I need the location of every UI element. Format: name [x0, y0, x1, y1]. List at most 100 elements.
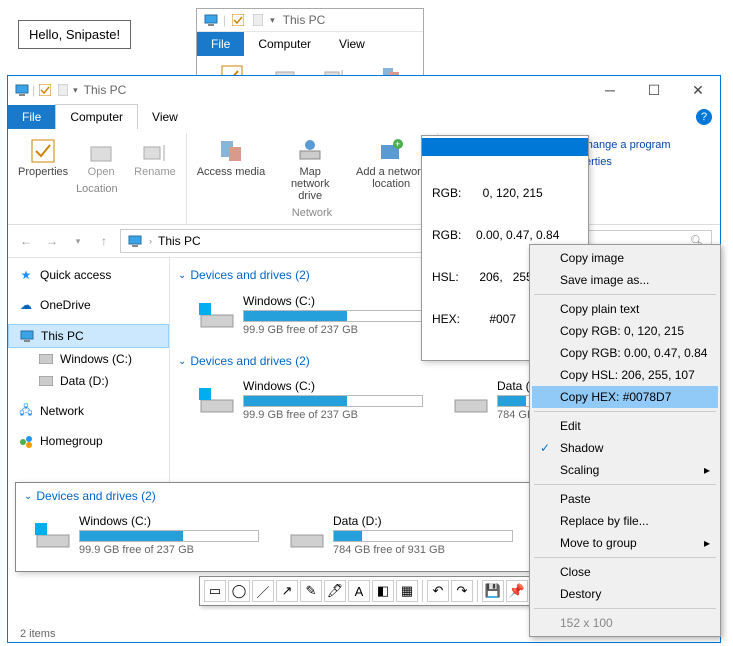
ribbon-open[interactable]: Open: [80, 135, 122, 180]
homegroup-icon: [18, 433, 34, 449]
help-button[interactable]: ?: [696, 109, 712, 125]
label: Open: [88, 166, 115, 178]
ribbon-properties[interactable]: Properties: [16, 135, 70, 180]
tool-redo[interactable]: ↷: [451, 580, 473, 602]
ribbon-add-location[interactable]: + Add a network location: [353, 135, 429, 204]
checkbox-icon: [230, 12, 246, 28]
tab-file[interactable]: File: [8, 105, 55, 129]
sidebar-quick-access[interactable]: ★Quick access: [8, 264, 169, 286]
svg-text:+: +: [395, 139, 400, 149]
ctx-copy-rgb1[interactable]: Copy RGB: 0.00, 0.47, 0.84: [532, 342, 718, 364]
maximize-button[interactable]: ☐: [642, 82, 666, 99]
tool-text[interactable]: A: [348, 580, 370, 602]
ctx-move-group[interactable]: Move to group▸: [532, 532, 718, 554]
sidebar-network[interactable]: 🖧Network: [8, 400, 169, 422]
ribbon-group-network: Access media Map network drive + Add a n…: [187, 133, 438, 224]
tool-mosaic[interactable]: ▦: [396, 580, 418, 602]
tool-pencil[interactable]: ✎: [300, 580, 322, 602]
ctx-close[interactable]: Close: [532, 561, 718, 583]
drive-windows-c: Windows (C:)99.9 GB free of 237 GB: [32, 511, 262, 559]
pinned-snippet[interactable]: ⌄Devices and drives (2) Windows (C:)99.9…: [15, 482, 565, 572]
ctx-replace[interactable]: Replace by file...: [532, 510, 718, 532]
ribbon-group-location: Properties Open Rename Location: [8, 133, 187, 224]
forward-button[interactable]: →: [42, 231, 62, 251]
tool-ellipse[interactable]: ◯: [228, 580, 250, 602]
window-title: This PC: [84, 83, 127, 97]
ctx-shadow[interactable]: ✓Shadow: [532, 437, 718, 459]
rgb-label: RGB:: [432, 186, 476, 200]
drive-icon: [289, 521, 325, 549]
drive-windows-c[interactable]: Windows (C:)99.9 GB free of 237 GB: [196, 290, 426, 340]
sidebar-windows-c[interactable]: Windows (C:): [8, 348, 169, 370]
tool-arrow[interactable]: ↗: [276, 580, 298, 602]
drive-icon: [453, 386, 489, 414]
ctx-save-image-as[interactable]: Save image as...: [532, 269, 718, 291]
status-bar: 2 items: [20, 628, 55, 640]
sidebar-this-pc[interactable]: This PC: [8, 324, 169, 348]
tool-line[interactable]: ／: [252, 580, 274, 602]
tool-eraser[interactable]: ◧: [372, 580, 394, 602]
tool-undo[interactable]: ↶: [427, 580, 449, 602]
label: Devices and drives (2): [190, 354, 309, 368]
ctx-copy-hsl[interactable]: Copy HSL: 206, 255, 107: [532, 364, 718, 386]
sidebar-onedrive[interactable]: ☁OneDrive: [8, 294, 169, 316]
ctx-size: 152 x 100: [532, 612, 718, 634]
properties-icon: [29, 137, 57, 165]
tab-computer[interactable]: Computer: [55, 104, 138, 129]
drive-free: 99.9 GB free of 237 GB: [79, 544, 259, 556]
qat-dropdown-icon[interactable]: ▾: [270, 15, 275, 26]
label: Properties: [18, 166, 68, 178]
ribbon-rename[interactable]: Rename: [132, 135, 178, 180]
group-header: ⌄Devices and drives (2): [16, 483, 564, 509]
tool-pin[interactable]: 📌: [506, 580, 528, 602]
small-tab-view[interactable]: View: [325, 32, 379, 56]
label: Map network drive: [279, 166, 341, 202]
up-button[interactable]: ↑: [94, 231, 114, 251]
close-button[interactable]: ✕: [686, 82, 710, 99]
nav-sidebar: ★Quick access ☁OneDrive This PC Windows …: [8, 258, 170, 498]
ctx-copy-rgb255[interactable]: Copy RGB: 0, 120, 215: [532, 320, 718, 342]
small-tab-file[interactable]: File: [197, 32, 244, 56]
label: Devices and drives (2): [36, 489, 155, 503]
drive-windows-c[interactable]: Windows (C:)99.9 GB free of 237 GB: [196, 376, 426, 424]
ctx-edit[interactable]: Edit: [532, 415, 718, 437]
map-drive-icon: [296, 137, 324, 165]
label: Scaling: [560, 463, 599, 477]
small-title: This PC: [283, 13, 326, 27]
ribbon-access-media[interactable]: Access media: [195, 135, 267, 204]
back-button[interactable]: ←: [16, 231, 36, 251]
ctx-scaling[interactable]: Scaling▸: [532, 459, 718, 481]
group-label: Location: [16, 180, 178, 198]
drive-name: Windows (C:): [243, 379, 423, 393]
drive-icon: [199, 301, 235, 329]
sidebar-homegroup[interactable]: Homegroup: [8, 430, 169, 452]
qat-sep: |: [223, 13, 226, 27]
chevron-down-icon: ⌄: [178, 356, 186, 367]
history-dropdown[interactable]: ▾: [68, 231, 88, 251]
tool-marker[interactable]: 🖊: [324, 580, 346, 602]
drive-icon: [38, 351, 54, 367]
ctx-paste[interactable]: Paste: [532, 488, 718, 510]
tab-view[interactable]: View: [138, 105, 192, 129]
sidebar-data-d[interactable]: Data (D:): [8, 370, 169, 392]
tool-save[interactable]: 💾: [482, 580, 504, 602]
cloud-icon: ☁: [18, 297, 34, 313]
sep: [534, 294, 716, 295]
ribbon-map-drive[interactable]: Map network drive: [277, 135, 343, 204]
open-icon: [87, 137, 115, 165]
chevron-down-icon[interactable]: ▾: [73, 85, 78, 96]
ctx-copy-plain[interactable]: Copy plain text: [532, 298, 718, 320]
sep: [534, 557, 716, 558]
small-tab-computer[interactable]: Computer: [244, 32, 325, 56]
ctx-destory[interactable]: Destory: [532, 583, 718, 605]
group-label: Network: [195, 204, 429, 222]
ctx-copy-image[interactable]: Copy image: [532, 247, 718, 269]
ctx-copy-hex[interactable]: Copy HEX: #0078D7: [532, 386, 718, 408]
sep: [534, 608, 716, 609]
network-icon: 🖧: [18, 403, 34, 419]
minimize-button[interactable]: ─: [598, 82, 622, 99]
drive-icon: [199, 386, 235, 414]
label: Data (D:): [60, 374, 109, 388]
drive-name: Data (D:): [333, 514, 513, 528]
tool-rect[interactable]: ▭: [204, 580, 226, 602]
